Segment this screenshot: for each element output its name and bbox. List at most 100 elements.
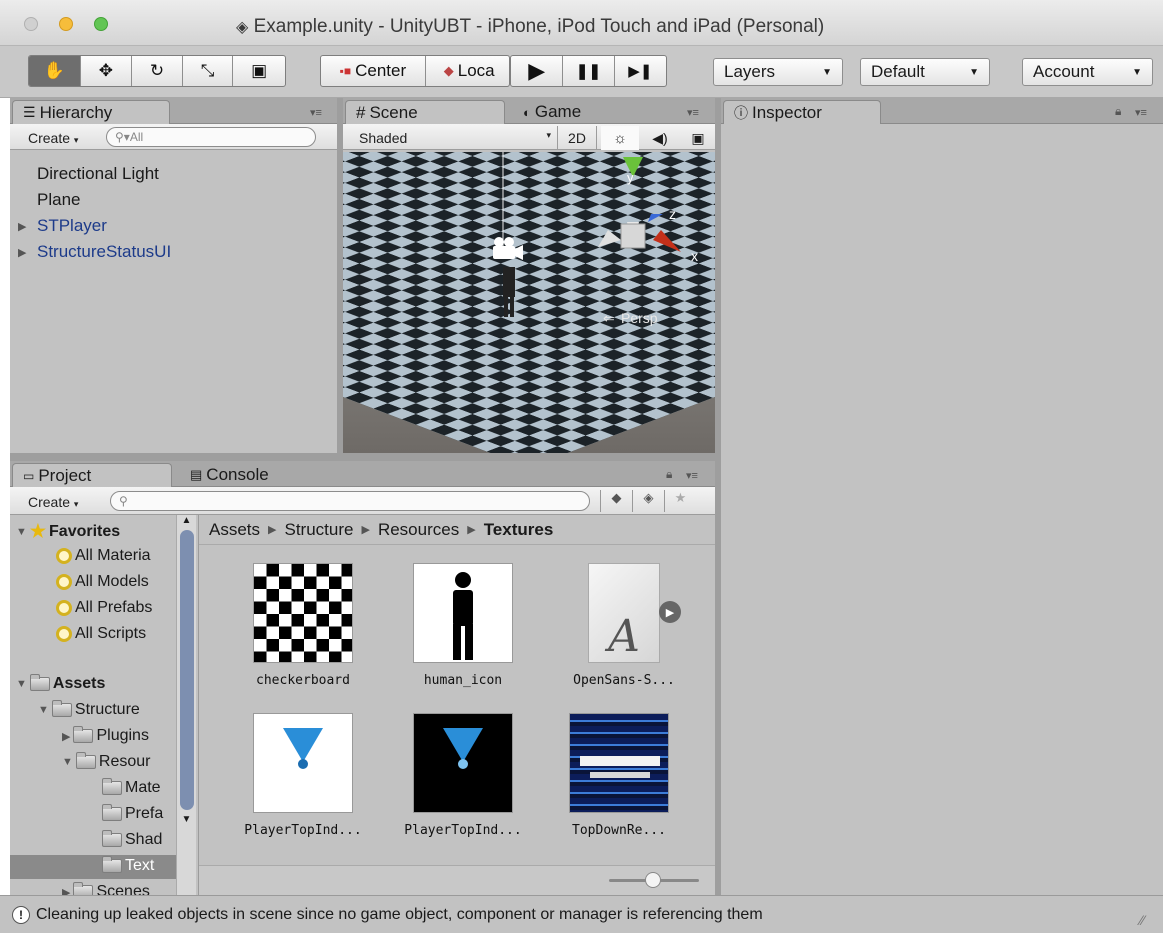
favorites-item[interactable]: All Models — [56, 573, 149, 591]
hierarchy-item[interactable]: Plane — [37, 190, 80, 210]
favorite-star-icon[interactable]: ★ — [664, 490, 696, 512]
lock-icon[interactable]: 🔒︎ — [1115, 104, 1121, 119]
favorites-item[interactable]: All Materia — [56, 547, 151, 565]
scroll-down-icon[interactable]: ▼ — [177, 814, 196, 825]
sun-icon: ☼ — [613, 129, 627, 147]
lock-icon[interactable]: 🔒︎ — [666, 467, 672, 482]
step-button[interactable]: ▶❚ — [615, 56, 666, 86]
scale-tool-button[interactable]: ⤡ — [183, 56, 234, 86]
expand-arrow-icon[interactable]: ▶ — [18, 220, 26, 233]
breadcrumb: Assets ▶ Structure ▶ Resources ▶ Textures — [199, 515, 715, 545]
asset-item[interactable]: PlayerTopInd... — [243, 713, 363, 838]
expand-arrow-icon[interactable]: ▶ — [18, 246, 26, 259]
play-icon: ▶ — [665, 606, 675, 619]
folder-textures[interactable]: Text — [102, 856, 154, 875]
asset-item[interactable]: A OpenSans-S... — [559, 563, 689, 688]
asset-item[interactable]: human_icon — [403, 563, 523, 688]
rect-tool-button[interactable]: ▣ — [233, 56, 285, 86]
scroll-up-icon[interactable]: ▲ — [177, 515, 196, 526]
scrollbar-thumb[interactable] — [179, 530, 194, 810]
tab-project[interactable]: ▭ Project — [12, 463, 172, 487]
panel-menu-icon[interactable]: ▾≡ — [687, 106, 699, 119]
favorites-node[interactable]: ▼ ★ Favorites — [16, 521, 120, 542]
breadcrumb-item[interactable]: Textures — [484, 520, 554, 540]
chevron-down-icon: ▼ — [822, 66, 832, 78]
selected-row-highlight — [10, 855, 180, 879]
assets-node[interactable]: ▼ Assets — [16, 674, 105, 693]
panel-menu-icon[interactable]: ▾≡ — [1135, 106, 1147, 119]
pivot-center-button[interactable]: ▪■ Center — [321, 56, 426, 86]
indicator-icon — [283, 728, 323, 769]
tab-scene[interactable]: # Scene — [345, 100, 505, 124]
breadcrumb-item[interactable]: Assets — [209, 520, 260, 540]
hierarchy-item[interactable]: STPlayer — [37, 216, 107, 236]
panel-menu-icon[interactable]: ▾≡ — [310, 106, 322, 119]
folder-shaders[interactable]: Shad — [102, 830, 162, 849]
minimize-window-button[interactable] — [59, 17, 73, 31]
asset-item[interactable]: PlayerTopInd... — [403, 713, 523, 838]
play-button[interactable]: ▶ — [511, 56, 564, 86]
create-button[interactable]: Create ▾ — [28, 130, 78, 146]
search-filter-icon — [56, 574, 72, 590]
favorites-item[interactable]: All Scripts — [56, 625, 146, 643]
lighting-toggle-button[interactable]: ☼ — [601, 126, 639, 150]
collapse-arrow-icon: ▼ — [38, 704, 49, 716]
scene-viewport[interactable]: y x z Persp ⇐ — [343, 152, 715, 453]
info-icon: ! — [12, 905, 30, 924]
folder-plugins[interactable]: ▶ Plugins — [62, 726, 149, 745]
slider-knob[interactable] — [645, 872, 661, 888]
folder-prefabs[interactable]: Prefa — [102, 804, 163, 823]
chevron-down-icon: ▼ — [1132, 66, 1142, 78]
project-tree: ▼ ★ Favorites All Materia All Models All P… — [10, 515, 198, 895]
resize-grip-icon[interactable]: ⁄⁄ — [1140, 912, 1145, 928]
transform-tools: ✋ ✥ ↻ ⤡ ▣ — [28, 55, 286, 87]
create-button[interactable]: Create ▾ — [28, 494, 78, 510]
pivot-group: ▪■ Center ◆ Loca — [320, 55, 510, 87]
move-tool-button[interactable]: ✥ — [81, 56, 133, 86]
2d-toggle-button[interactable]: 2D — [557, 126, 597, 150]
pivot-local-button[interactable]: ◆ Loca — [426, 56, 509, 86]
asset-item[interactable]: checkerboard — [243, 563, 363, 688]
tab-hierarchy[interactable]: ☰ Hierarchy — [12, 100, 170, 124]
hierarchy-item[interactable]: StructureStatusUI — [37, 242, 171, 262]
layers-dropdown[interactable]: Layers ▼ — [713, 58, 843, 86]
panel-menu-icon[interactable]: ▾≡ — [686, 469, 698, 482]
filter-by-type-icon[interactable]: ◆ — [600, 490, 632, 512]
layout-dropdown[interactable]: Default ▼ — [860, 58, 990, 86]
window-title: ◈ Example.unity - UnityUBT - iPhone, iPo… — [236, 16, 825, 37]
expand-asset-button[interactable]: ▶ — [659, 601, 681, 623]
asset-item[interactable]: TopDownRe... — [559, 713, 679, 838]
hand-tool-button[interactable]: ✋ — [29, 56, 81, 86]
folder-structure[interactable]: ▼ Structure — [38, 700, 140, 719]
list-icon: ☰ — [23, 104, 36, 120]
axis-z-label: z — [669, 206, 676, 222]
breadcrumb-item[interactable]: Resources — [378, 520, 459, 540]
folder-scenes[interactable]: ▶ Scenes — [62, 882, 150, 895]
project-search-input[interactable]: ⚲ — [110, 491, 590, 511]
splitter[interactable] — [10, 453, 715, 461]
audio-toggle-button[interactable]: ◀) — [643, 126, 677, 150]
rotate-tool-button[interactable]: ↻ — [132, 56, 183, 86]
status-message[interactable]: Cleaning up leaked objects in scene sinc… — [36, 906, 763, 924]
breadcrumb-item[interactable]: Structure — [285, 520, 354, 540]
rect-tool-icon: ▣ — [251, 61, 268, 80]
zoom-window-button[interactable] — [94, 17, 108, 31]
pause-button[interactable]: ❚❚ — [563, 56, 615, 86]
folder-materials[interactable]: Mate — [102, 778, 161, 797]
favorites-item[interactable]: All Prefabs — [56, 599, 152, 617]
effects-toggle-button[interactable]: ▣ — [681, 126, 715, 150]
player-indicator-thumbnail — [253, 713, 353, 813]
filter-by-label-icon[interactable]: ◈ — [632, 490, 664, 512]
hierarchy-search-input[interactable]: ⚲▾ All — [106, 127, 316, 147]
tab-inspector[interactable]: ⓘ Inspector — [723, 100, 881, 124]
folder-resources[interactable]: ▼ Resour — [62, 752, 150, 771]
chevron-down-icon: ▾ — [546, 130, 551, 140]
tab-game[interactable]: ◐ Game — [513, 100, 623, 124]
tab-console[interactable]: ▤ Console — [180, 463, 310, 487]
close-window-button[interactable] — [24, 17, 38, 31]
shading-mode-dropdown[interactable]: Shaded ▾ — [359, 130, 551, 146]
account-dropdown[interactable]: Account ▼ — [1022, 58, 1153, 86]
tree-scrollbar[interactable]: ▲ ▼ — [176, 515, 196, 895]
hierarchy-item[interactable]: Directional Light — [37, 164, 159, 184]
perspective-label[interactable]: Persp — [621, 310, 658, 326]
